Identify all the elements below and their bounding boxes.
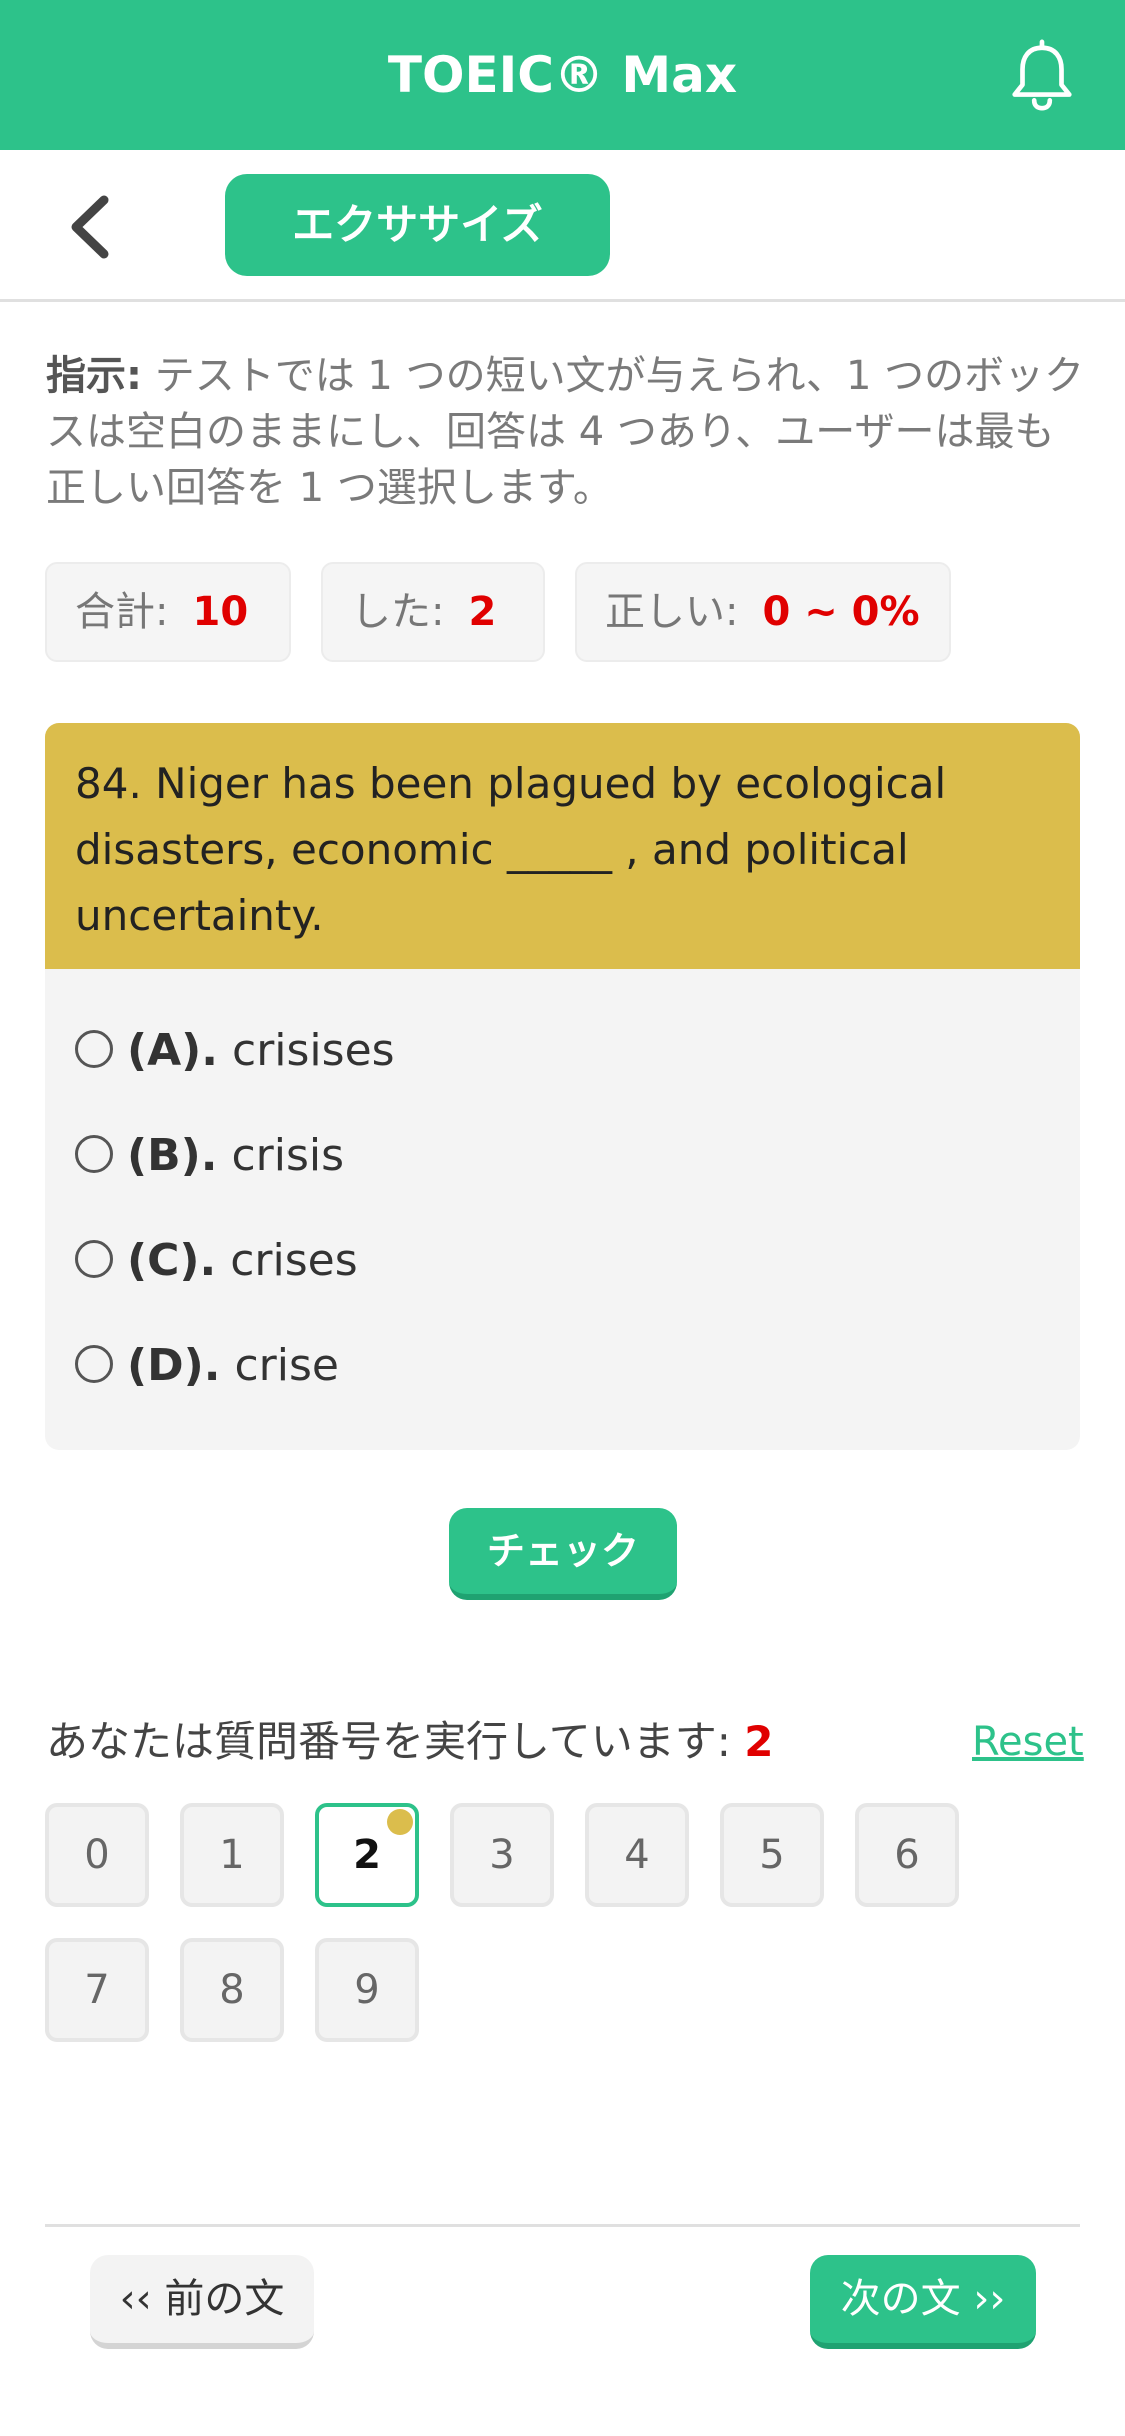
option-text: crisis: [231, 1130, 345, 1181]
stat-total-value: 10: [192, 589, 249, 635]
question-number-button[interactable]: 3: [450, 1803, 554, 1907]
option-a[interactable]: (A). crisises: [75, 1016, 395, 1086]
reset-link[interactable]: Reset: [972, 1712, 1084, 1772]
progress-label: あなたは質問番号を実行しています: 2: [46, 1712, 773, 1772]
radio-icon[interactable]: [75, 1345, 113, 1383]
stat-done-label: した:: [351, 589, 445, 635]
app-header: TOEIC® Max: [0, 0, 1125, 150]
instruction-label: 指示:: [46, 353, 142, 399]
stat-correct-label: 正しい:: [605, 589, 739, 635]
question-number-button[interactable]: 8: [180, 1938, 284, 2042]
sub-header: エクササイズ: [0, 150, 1125, 302]
option-key: (A).: [127, 1025, 218, 1076]
question-number-button[interactable]: 7: [45, 1938, 149, 2042]
answered-dot-icon: [387, 1809, 413, 1835]
question-number-button[interactable]: 1: [180, 1803, 284, 1907]
check-button[interactable]: チェック: [449, 1508, 677, 1600]
stat-correct-value: 0 ~ 0%: [762, 589, 920, 635]
next-button[interactable]: 次の文 ››: [810, 2255, 1036, 2349]
radio-icon[interactable]: [75, 1030, 113, 1068]
question-text: 84. Niger has been plagued by ecological…: [45, 723, 1080, 969]
bell-icon[interactable]: [1003, 38, 1081, 116]
instruction-text: 指示: テストでは 1 つの短い文が与えられ、1 つのボックスは空白のままにし、…: [46, 348, 1086, 516]
stat-done: した: 2: [321, 562, 545, 662]
app-title: TOEIC® Max: [387, 46, 738, 104]
option-key: (B).: [127, 1130, 218, 1181]
question-number-button-active[interactable]: 2: [315, 1803, 419, 1907]
option-key: (C).: [127, 1235, 217, 1286]
current-question-number: 2: [744, 1717, 774, 1766]
progress-text: あなたは質問番号を実行しています:: [46, 1717, 745, 1766]
option-c[interactable]: (C). crises: [75, 1226, 358, 1296]
instruction-body: テストでは 1 つの短い文が与えられ、1 つのボックスは空白のままにし、回答は …: [46, 353, 1085, 511]
stat-total-label: 合計:: [75, 589, 169, 635]
footer-divider: [45, 2224, 1080, 2227]
stat-correct: 正しい: 0 ~ 0%: [575, 562, 951, 662]
option-text: crise: [234, 1340, 339, 1391]
exercise-button[interactable]: エクササイズ: [225, 174, 610, 276]
option-d[interactable]: (D). crise: [75, 1331, 339, 1401]
option-key: (D).: [127, 1340, 221, 1391]
question-number-button[interactable]: 5: [720, 1803, 824, 1907]
question-number-button[interactable]: 6: [855, 1803, 959, 1907]
radio-icon[interactable]: [75, 1240, 113, 1278]
stat-done-value: 2: [468, 589, 497, 635]
question-card: 84. Niger has been plagued by ecological…: [45, 723, 1080, 1450]
question-number-button[interactable]: 9: [315, 1938, 419, 2042]
question-number-button[interactable]: 0: [45, 1803, 149, 1907]
question-number-button[interactable]: 4: [585, 1803, 689, 1907]
option-b[interactable]: (B). crisis: [75, 1121, 344, 1191]
option-text: crisises: [232, 1025, 395, 1076]
prev-button[interactable]: ‹‹ 前の文: [90, 2255, 314, 2349]
radio-icon[interactable]: [75, 1135, 113, 1173]
question-number-label: 2: [353, 1832, 381, 1878]
stat-total: 合計: 10: [45, 562, 291, 662]
option-text: crises: [230, 1235, 358, 1286]
chevron-left-icon[interactable]: [60, 192, 120, 262]
